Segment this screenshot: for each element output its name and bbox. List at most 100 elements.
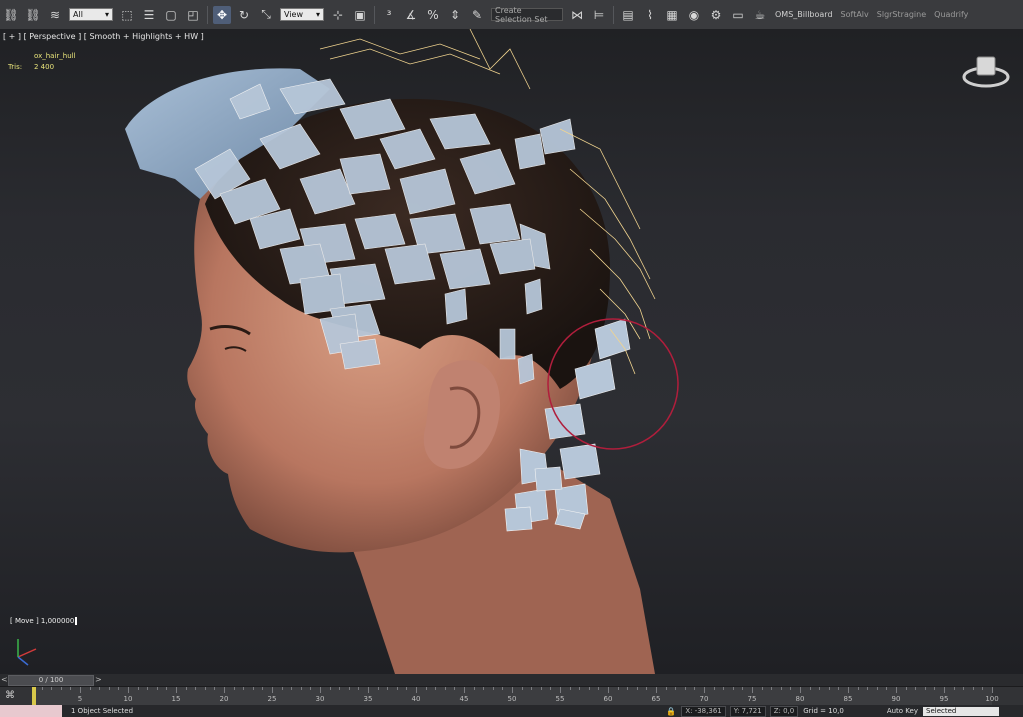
timeline-tick-label: 10 (123, 695, 133, 703)
timeline-tick (262, 687, 264, 690)
time-slider-bar[interactable]: 0 / 100 < > (0, 674, 1023, 687)
timeline-tick (473, 687, 475, 690)
timeline-tick (800, 687, 801, 693)
timeline-tick (137, 687, 139, 690)
timeline-tick-label: 55 (555, 695, 565, 703)
timeline-tick (118, 687, 120, 690)
timeline-tick (790, 687, 792, 690)
status-bar: 1 Object Selected 🔒 X: -38,361 Y: 7,721 … (0, 705, 1023, 717)
timeline-tick (128, 687, 129, 693)
rotate-icon[interactable]: ↻ (235, 6, 253, 24)
angle-snap-icon[interactable]: ∡ (402, 6, 420, 24)
timeline-tick-label: 30 (315, 695, 325, 703)
auto-key-label[interactable]: Auto Key (887, 707, 918, 715)
toolbar-item-softalv[interactable]: SoftAlv (841, 10, 869, 19)
timeline-tick (70, 687, 72, 690)
time-slider-frame[interactable]: 0 / 100 (8, 675, 94, 686)
move-readout[interactable]: [ Move ] 1,000000 (10, 617, 78, 625)
select-object-icon[interactable]: ⬚ (118, 6, 136, 24)
timeline-tick (569, 687, 571, 690)
render-frame-icon[interactable]: ▭ (729, 6, 747, 24)
ref-coord-dropdown[interactable]: View ▾ (280, 8, 324, 21)
viewport-label[interactable]: [ + ] [ Perspective ] [ Smooth + Highlig… (3, 32, 204, 41)
timeline-tick (550, 687, 552, 690)
time-slider-knob[interactable] (32, 687, 36, 705)
unlink-icon[interactable]: ⛓ (24, 6, 42, 24)
timeline-tick-label: 100 (985, 695, 999, 703)
selection-filter-dropdown[interactable]: All ▾ (69, 8, 113, 21)
timeline-tick (185, 687, 187, 690)
timeline-tick (89, 687, 91, 690)
schematic-icon[interactable]: ▦ (663, 6, 681, 24)
rect-region-icon[interactable]: ▢ (162, 6, 180, 24)
timeline-tick (339, 687, 341, 690)
timeline-tick (512, 687, 513, 693)
timeline-tick-label: 90 (891, 695, 901, 703)
toolbar-item-slgrstragine[interactable]: SlgrStragine (877, 10, 926, 19)
timeline-tick (147, 687, 149, 690)
z-coord-field[interactable]: Z: 0,0 (769, 705, 799, 717)
timeline-tick (560, 687, 561, 693)
render-setup-icon[interactable]: ⚙ (707, 6, 725, 24)
timeline-tick (646, 687, 648, 690)
snap-icon[interactable]: ³ (380, 6, 398, 24)
timeline-tick (848, 687, 849, 693)
perspective-viewport[interactable]: [ + ] [ Perspective ] [ Smooth + Highlig… (0, 29, 1023, 674)
select-link-icon[interactable]: ⛓ (2, 6, 20, 24)
lock-selection-icon[interactable]: 🔒 (665, 705, 677, 717)
timeline-tick (857, 687, 859, 690)
spinner-snap-icon[interactable]: ⇕ (446, 6, 464, 24)
timeline-tick (348, 687, 350, 690)
edit-named-sel-icon[interactable]: ✎ (468, 6, 486, 24)
curve-editor-mini-icon[interactable]: ⌘ (5, 690, 15, 701)
curve-editor-icon[interactable]: ⌇ (641, 6, 659, 24)
maxscript-listener[interactable] (0, 705, 62, 717)
material-editor-icon[interactable]: ◉ (685, 6, 703, 24)
timeline-tick (329, 687, 331, 690)
prev-frame-icon[interactable]: < (1, 675, 8, 684)
timeline-tick (732, 687, 734, 690)
timeline-tick-label: 60 (603, 695, 613, 703)
object-name-readout: ox_hair_hull (34, 52, 76, 60)
x-coord-field[interactable]: X: -38,361 (681, 705, 726, 717)
timeline-tick (521, 687, 523, 690)
timeline-tick (723, 687, 725, 690)
y-coord-field[interactable]: Y: 7,721 (729, 705, 766, 717)
timeline-tick (492, 687, 494, 690)
align-icon[interactable]: ⊨ (590, 6, 608, 24)
timeline-tick (464, 687, 465, 693)
timeline-tick (406, 687, 408, 690)
toolbar-item-oms-billboard[interactable]: OMS_Billboard (775, 10, 833, 19)
bind-spacewarp-icon[interactable]: ≋ (46, 6, 64, 24)
window-crossing-icon[interactable]: ◰ (184, 6, 202, 24)
select-by-name-icon[interactable]: ☰ (140, 6, 158, 24)
toolbar-item-quadrify[interactable]: Quadrify (934, 10, 968, 19)
named-selection-value: Create Selection Set (495, 5, 548, 24)
named-selection-dropdown[interactable]: Create Selection Set (491, 5, 563, 24)
pivot-icon[interactable]: ⊹ (329, 6, 347, 24)
timeline-tick (896, 687, 897, 693)
timeline-tick-label: 70 (699, 695, 709, 703)
next-frame-icon[interactable]: > (95, 675, 102, 684)
teapot-icon[interactable]: ☕ (751, 6, 769, 24)
percent-snap-icon[interactable]: % (424, 6, 442, 24)
toolbar-divider (207, 5, 208, 24)
scale-icon[interactable]: ⤡ (257, 6, 275, 24)
select-manipulate-icon[interactable]: ▣ (351, 6, 369, 24)
timeline-tick (454, 687, 456, 690)
timeline-tick (819, 687, 821, 690)
chevron-down-icon: ▾ (104, 10, 109, 19)
text-cursor (75, 617, 78, 625)
layer-icon[interactable]: ▤ (619, 6, 637, 24)
key-mode-dropdown[interactable]: Selected (923, 706, 999, 716)
timeline-ruler[interactable]: 5 10 15 20 25 30 35 40 45 50 55 60 65 70 75 80 85 90 95 100 (32, 687, 999, 705)
timeline-tick (627, 687, 629, 690)
mirror-icon[interactable]: ⋈ (568, 6, 586, 24)
timeline-tick (694, 687, 696, 690)
timeline-tick (771, 687, 773, 690)
timeline-tick (214, 687, 216, 690)
timeline-tick (252, 687, 254, 690)
timeline-tick (416, 687, 417, 693)
timeline-tick (435, 687, 437, 690)
move-icon[interactable]: ✥ (213, 5, 231, 24)
